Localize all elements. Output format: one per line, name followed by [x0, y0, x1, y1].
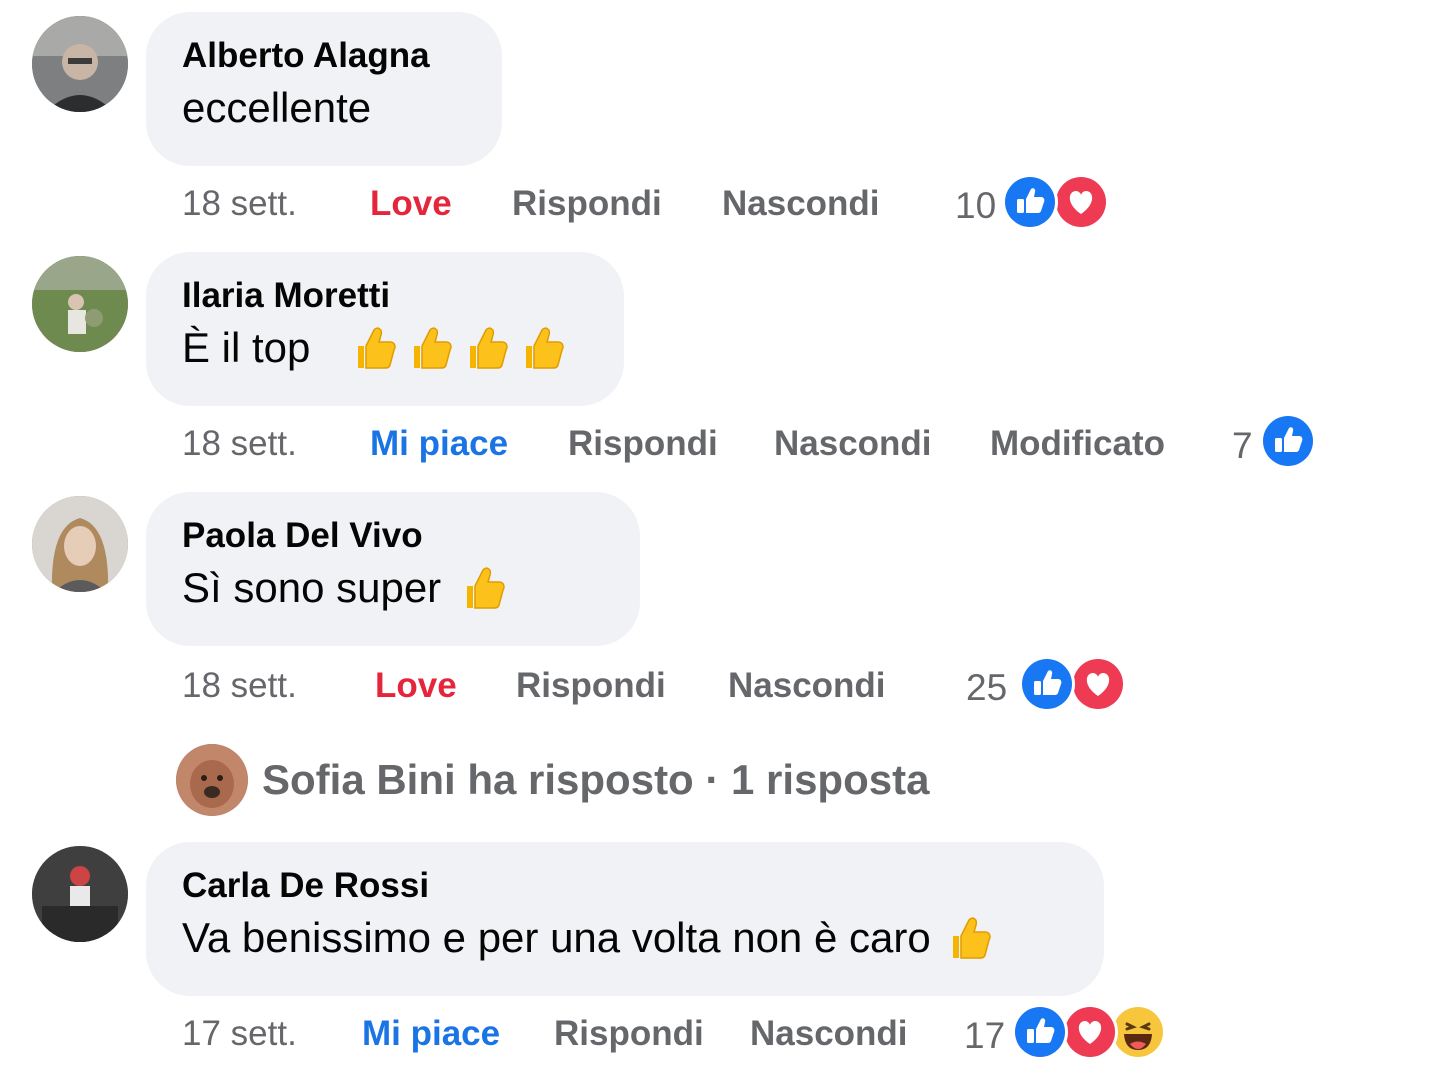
comment-text: eccellente — [182, 82, 466, 134]
timestamp[interactable]: 18 sett. — [182, 424, 297, 464]
reaction-count[interactable]: 7 — [1232, 426, 1253, 466]
thumbs-up-emoji — [945, 914, 993, 962]
reply-avatar[interactable] — [176, 744, 248, 816]
comment-text: Va benissimo e per una volta non è caro — [182, 912, 1068, 964]
timestamp[interactable]: 18 sett. — [182, 184, 297, 224]
comment-text-body: Sì sono super — [182, 564, 442, 611]
comment-bubble: Ilaria Moretti È il top — [146, 252, 624, 406]
avatar[interactable] — [32, 496, 128, 592]
comment-actions: 18 sett. Love Rispondi Nascondi — [182, 666, 902, 706]
avatar[interactable] — [32, 16, 128, 112]
like-icon — [1019, 656, 1075, 712]
hide-button[interactable]: Nascondi — [750, 1014, 908, 1054]
comment-text-body: Va benissimo e per una volta non è caro — [182, 914, 931, 961]
reaction-button[interactable]: Mi piace — [362, 1014, 500, 1054]
reply-button[interactable]: Rispondi — [512, 184, 662, 224]
reaction-button[interactable]: Love — [370, 184, 452, 224]
thumbs-up-emoji — [459, 564, 507, 612]
hide-button[interactable]: Nascondi — [774, 424, 932, 464]
replies-link[interactable]: Sofia Bini ha risposto · 1 risposta — [262, 756, 929, 804]
comment-text: È il top — [182, 322, 588, 374]
hide-button[interactable]: Nascondi — [728, 666, 886, 706]
thumbs-up-emoji — [350, 324, 398, 372]
comment-author[interactable]: Paola Del Vivo — [182, 516, 604, 556]
reply-button[interactable]: Rispondi — [554, 1014, 704, 1054]
edited-label[interactable]: Modificato — [990, 424, 1165, 464]
comment-actions: 18 sett. Love Rispondi Nascondi — [182, 184, 882, 224]
thumbs-up-emoji — [462, 324, 510, 372]
comment-author[interactable]: Carla De Rossi — [182, 866, 1068, 906]
like-icon — [1012, 1004, 1068, 1060]
comment-bubble: Alberto Alagna eccellente — [146, 12, 502, 166]
reaction-count[interactable]: 10 — [955, 186, 996, 226]
love-icon — [1053, 174, 1109, 230]
haha-icon — [1110, 1004, 1166, 1060]
like-icon — [1002, 174, 1058, 230]
comment-text-body: È il top — [182, 324, 311, 371]
like-icon — [1260, 413, 1316, 469]
comment-author[interactable]: Ilaria Moretti — [182, 276, 588, 316]
reaction-button[interactable]: Mi piace — [370, 424, 508, 464]
comment-author[interactable]: Alberto Alagna — [182, 36, 466, 76]
comment-actions: 17 sett. Mi piace Rispondi Nascondi — [182, 1014, 922, 1054]
timestamp[interactable]: 18 sett. — [182, 666, 297, 706]
hide-button[interactable]: Nascondi — [722, 184, 880, 224]
thumbs-up-emoji — [518, 324, 566, 372]
timestamp[interactable]: 17 sett. — [182, 1014, 297, 1054]
thumbs-up-emoji — [406, 324, 454, 372]
reaction-count[interactable]: 17 — [964, 1016, 1005, 1056]
reaction-count[interactable]: 25 — [966, 668, 1007, 708]
comment-text: Sì sono super — [182, 562, 604, 614]
comment-text-body: eccellente — [182, 84, 372, 131]
reaction-button[interactable]: Love — [375, 666, 457, 706]
comment-actions: 18 sett. Mi piace Rispondi Nascondi Modi… — [182, 424, 1182, 464]
love-icon — [1070, 656, 1126, 712]
reply-button[interactable]: Rispondi — [568, 424, 718, 464]
comment-bubble: Paola Del Vivo Sì sono super — [146, 492, 640, 646]
love-icon — [1062, 1004, 1118, 1060]
reply-button[interactable]: Rispondi — [516, 666, 666, 706]
comment-bubble: Carla De Rossi Va benissimo e per una vo… — [146, 842, 1104, 996]
avatar[interactable] — [32, 846, 128, 942]
avatar[interactable] — [32, 256, 128, 352]
